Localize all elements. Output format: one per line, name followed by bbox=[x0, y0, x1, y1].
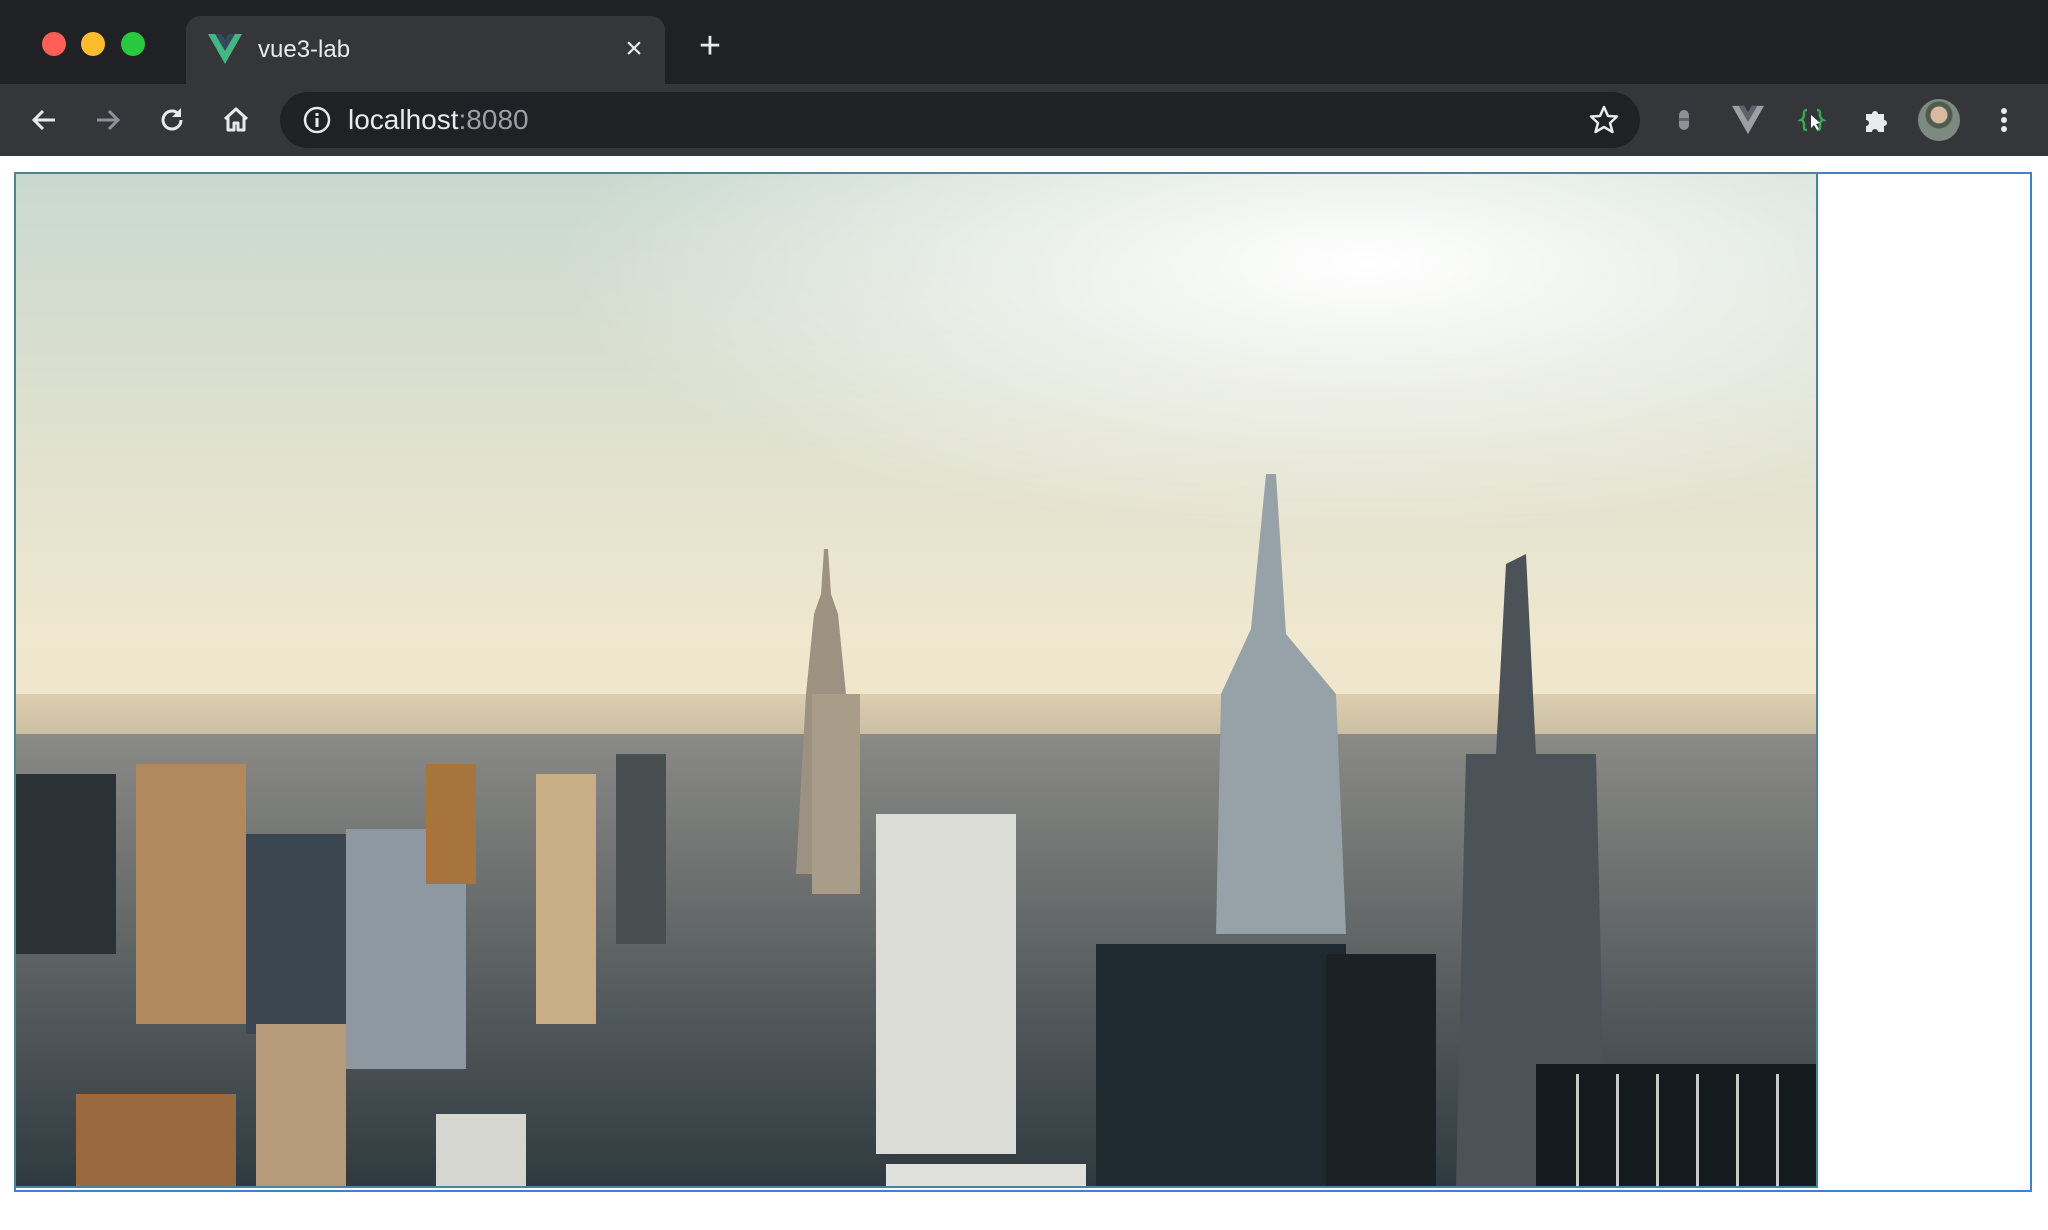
address-bar[interactable]: localhost:8080 bbox=[280, 92, 1640, 148]
browser-tab[interactable]: vue3-lab × bbox=[186, 16, 665, 84]
forward-arrow-icon[interactable] bbox=[88, 100, 128, 140]
url-port: :8080 bbox=[458, 104, 529, 135]
close-tab-icon[interactable]: × bbox=[619, 34, 649, 64]
new-tab-button[interactable]: + bbox=[692, 27, 728, 65]
window-minimize-button[interactable] bbox=[81, 32, 105, 56]
url-host: localhost bbox=[348, 104, 459, 135]
vue-logo-icon bbox=[208, 34, 242, 64]
browser-toolbar: localhost:8080 bbox=[0, 84, 2048, 156]
kebab-menu-icon[interactable] bbox=[1984, 100, 2024, 140]
puzzle-icon[interactable] bbox=[1856, 100, 1896, 140]
back-arrow-icon[interactable] bbox=[24, 100, 64, 140]
tab-title: vue3-lab bbox=[258, 36, 351, 63]
window-maximize-button[interactable] bbox=[121, 32, 145, 56]
info-icon[interactable] bbox=[302, 105, 332, 135]
star-icon[interactable] bbox=[1588, 104, 1620, 136]
extension-icon[interactable] bbox=[1664, 100, 1704, 140]
vue-devtools-icon[interactable] bbox=[1728, 100, 1768, 140]
window-close-button[interactable] bbox=[42, 32, 66, 56]
home-icon[interactable] bbox=[216, 100, 256, 140]
tab-bar: vue3-lab × + bbox=[0, 0, 2048, 84]
avatar[interactable] bbox=[1918, 99, 1960, 141]
url-text[interactable]: localhost:8080 bbox=[348, 105, 529, 135]
reload-icon[interactable] bbox=[152, 100, 192, 140]
page-viewport bbox=[0, 156, 2048, 1230]
dev-extension-icon[interactable] bbox=[1792, 100, 1832, 140]
city-skyline-photo bbox=[14, 172, 1818, 1188]
